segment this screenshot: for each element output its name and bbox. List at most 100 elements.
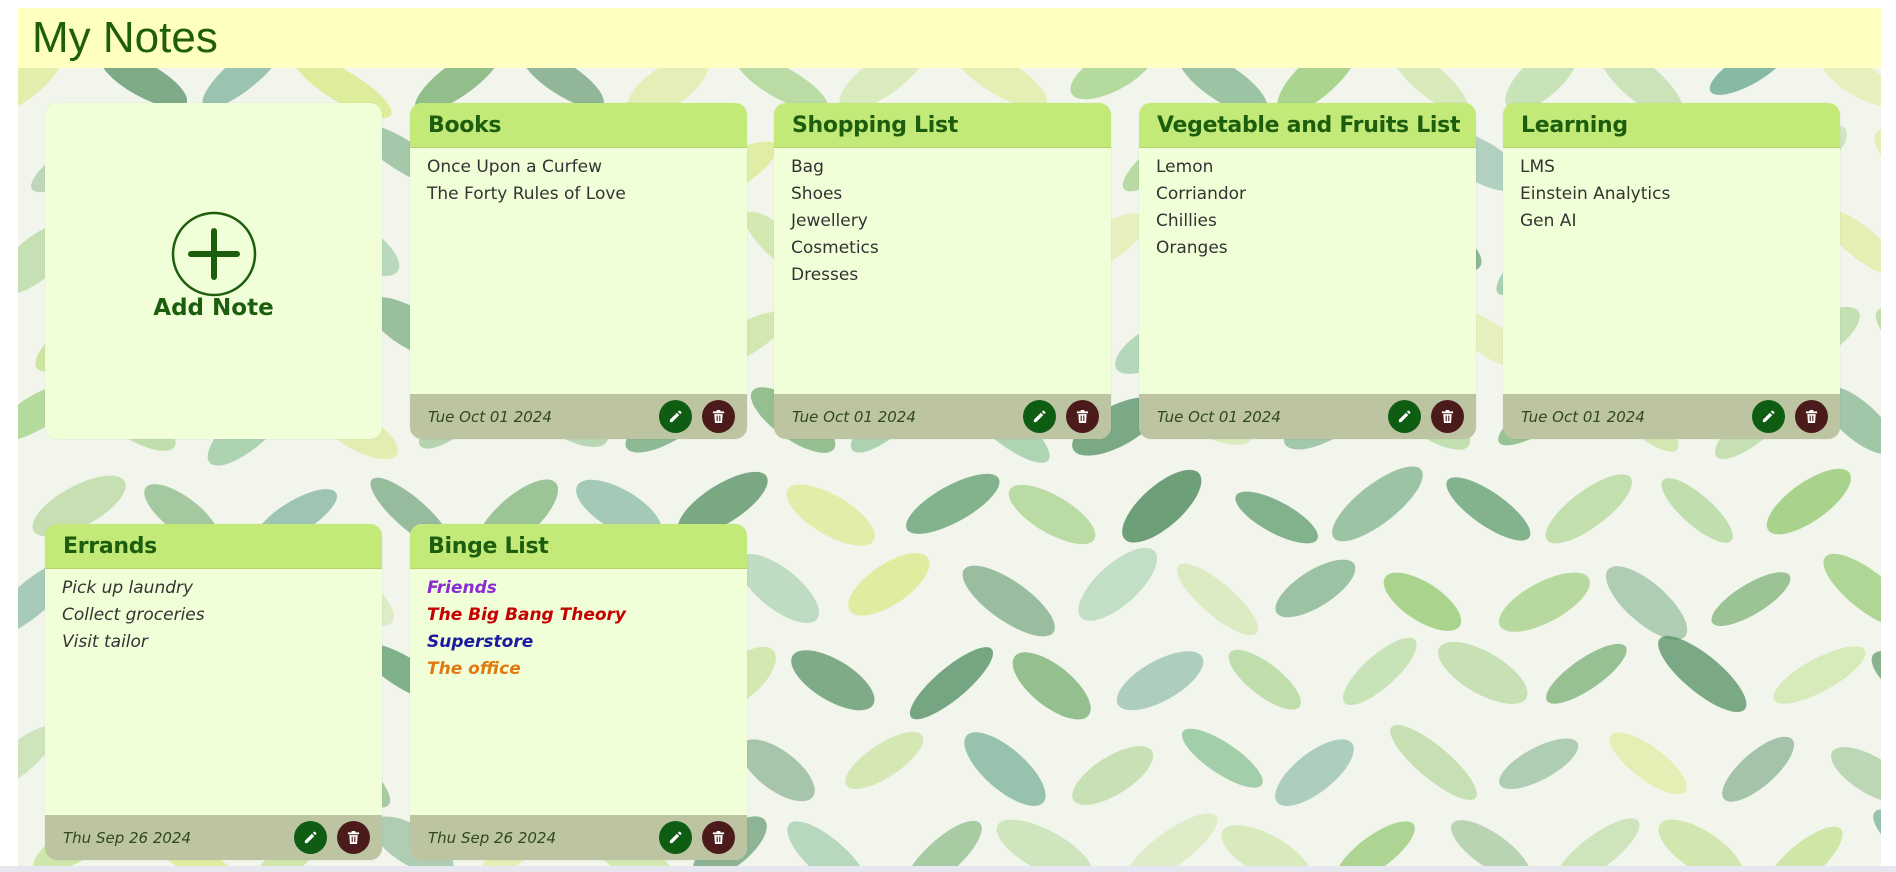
note-title: Learning: [1521, 112, 1628, 138]
pencil-icon: [304, 831, 317, 844]
note-card: Learning LMS Einstein Analytics Gen AI Tue O…: [1503, 103, 1840, 439]
note-line: The Forty Rules of Love: [427, 184, 626, 204]
leaf-stroke: [1499, 738, 1579, 790]
leaf-stroke: [1875, 307, 1881, 377]
leaf-stroke: [964, 732, 1046, 806]
note-line: Once Upon a Curfew: [427, 157, 602, 177]
note-card: Errands Pick up laundry Collect groceries V…: [45, 524, 382, 860]
note-line: Oranges: [1156, 238, 1228, 258]
note-date: Thu Sep 26 2024: [428, 828, 557, 847]
leaf-stroke: [1873, 809, 1881, 866]
note-line: Lemon: [1156, 157, 1214, 177]
leaf-stroke: [1498, 572, 1590, 632]
leaf-stroke: [1766, 468, 1851, 535]
note-title: Binge List: [428, 533, 549, 559]
leaf-stroke: [1823, 553, 1881, 629]
leaf-stroke: [1722, 736, 1795, 802]
leaf-stroke: [1228, 649, 1301, 710]
note-date: Tue Oct 01 2024: [428, 407, 552, 426]
note-line: LMS: [1520, 157, 1555, 177]
trash-icon: [712, 410, 725, 423]
note-line: The Big Bang Theory: [427, 605, 627, 625]
leaf-stroke: [1078, 547, 1158, 621]
edit-note-button[interactable]: [1752, 400, 1785, 433]
note-line: Bag: [791, 157, 824, 177]
leaf-stroke: [1609, 732, 1687, 795]
note-line: Collect groceries: [62, 605, 205, 625]
note-line: The office: [427, 659, 521, 679]
note-header: Shopping List: [774, 103, 1111, 148]
leaf-stroke: [1275, 559, 1356, 618]
leaf-stroke: [1658, 636, 1747, 713]
delete-note-button[interactable]: [1066, 400, 1099, 433]
leaf-stroke: [996, 819, 1093, 866]
edit-note-button[interactable]: [1388, 400, 1421, 433]
note-header: Books: [410, 103, 747, 148]
pencil-icon: [669, 831, 682, 844]
edit-note-button[interactable]: [659, 400, 692, 433]
note-card: Vegetable and Fruits List Lemon Corriandor…: [1139, 103, 1476, 439]
leaf-stroke: [1874, 128, 1881, 193]
leaf-stroke: [845, 731, 924, 789]
edit-note-button[interactable]: [659, 821, 692, 854]
leaf-stroke: [1605, 566, 1688, 640]
note-line: Dresses: [791, 265, 859, 285]
leaf-stroke: [1438, 641, 1528, 704]
leaf-stroke: [1275, 739, 1354, 806]
note-header: Errands: [45, 524, 382, 569]
note-line: Pick up laundry: [62, 578, 194, 598]
note-footer: Tue Oct 01 2024: [410, 394, 747, 439]
note-header: Binge List: [410, 524, 747, 569]
note-footer: Tue Oct 01 2024: [774, 394, 1111, 439]
edit-note-button[interactable]: [294, 821, 327, 854]
delete-note-button[interactable]: [1431, 400, 1464, 433]
leaf-stroke: [1221, 825, 1312, 866]
leaf-stroke: [1177, 563, 1259, 636]
leaf-stroke: [1555, 818, 1640, 866]
leaf-stroke: [1658, 819, 1744, 866]
trash-icon: [1076, 410, 1089, 423]
note-body: Friends The Big Bang Theory Superstore The …: [410, 569, 747, 689]
trash-icon: [347, 831, 360, 844]
note-body: LMS Einstein Analytics Gen AI: [1503, 148, 1840, 241]
delete-note-button[interactable]: [337, 821, 370, 854]
delete-note-button[interactable]: [1795, 400, 1828, 433]
note-card: Binge List Friends The Big Bang Theory Supe…: [410, 524, 747, 860]
leaf-stroke: [1446, 477, 1531, 541]
leaf-stroke: [1116, 651, 1204, 711]
leaf-stroke: [962, 565, 1055, 637]
add-note-card[interactable]: Add Note: [45, 103, 382, 439]
notes-board: Add Note Books Once Upon a Curfew The Fort…: [18, 68, 1881, 866]
note-body: Pick up laundry Collect groceries Visit ta…: [45, 569, 382, 662]
note-date: Tue Oct 01 2024: [792, 407, 916, 426]
leaf-stroke: [1126, 813, 1218, 866]
leaf-stroke: [1342, 637, 1417, 706]
edit-note-button[interactable]: [1023, 400, 1056, 433]
note-title: Shopping List: [792, 112, 958, 138]
note-body: Once Upon a Curfew The Forty Rules of Lov…: [410, 148, 747, 214]
leaf-stroke: [1072, 746, 1154, 805]
window-bottom-edge: [0, 866, 1896, 872]
note-header: Vegetable and Fruits List: [1139, 103, 1476, 148]
delete-note-button[interactable]: [702, 400, 735, 433]
leaf-stroke: [791, 650, 875, 711]
note-footer: Thu Sep 26 2024: [45, 815, 382, 860]
leaf-stroke: [1332, 466, 1423, 542]
note-footer: Tue Oct 01 2024: [1503, 394, 1840, 439]
leaf-stroke: [1709, 68, 1789, 95]
pencil-icon: [1033, 410, 1046, 423]
note-body: Lemon Corriandor Chillies Oranges: [1139, 148, 1476, 268]
leaf-stroke: [1383, 572, 1462, 631]
note-line: Superstore: [427, 632, 534, 652]
leaf-stroke: [1711, 572, 1791, 626]
note-line: Visit tailor: [62, 632, 148, 652]
leaf-stroke: [1122, 469, 1202, 543]
note-card: Shopping List Bag Shoes Jewellery Cosmetics D…: [774, 103, 1111, 439]
app-header: My Notes: [18, 8, 1881, 68]
note-line: Einstein Analytics: [1520, 184, 1671, 204]
trash-icon: [1805, 410, 1818, 423]
add-circle-icon: [171, 211, 257, 297]
leaf-stroke: [1773, 646, 1866, 704]
delete-note-button[interactable]: [702, 821, 735, 854]
leaf-stroke: [848, 553, 930, 616]
